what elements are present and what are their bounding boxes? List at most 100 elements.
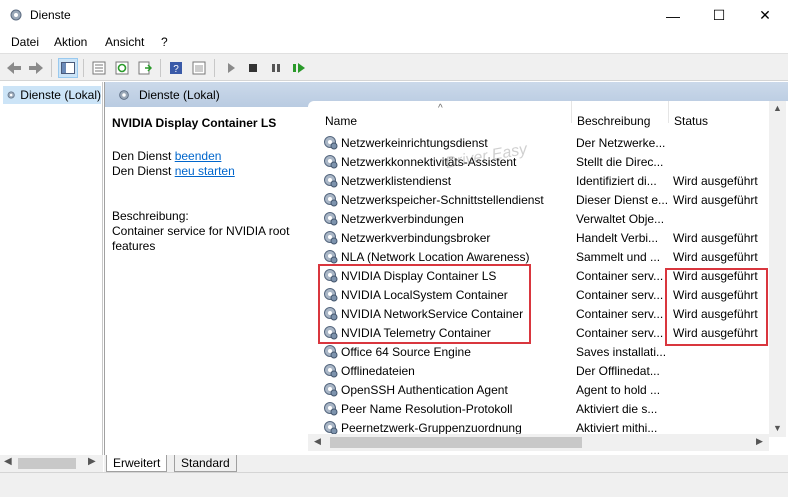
service-description: Der Offlinedat...: [576, 364, 660, 378]
sort-ascending-icon: ^: [438, 103, 443, 114]
tree-item-services-local[interactable]: Dienste (Lokal): [3, 86, 101, 104]
nvidia-status-highlight: [665, 268, 768, 346]
title-bar: Dienste — ☐ ✕: [0, 0, 788, 31]
back-icon[interactable]: [4, 58, 24, 78]
services-gear-icon: [7, 91, 15, 99]
service-status: Wird ausgeführt: [673, 174, 758, 188]
service-name: Netzwerkverbindungen: [341, 212, 464, 226]
properties-list-icon[interactable]: [89, 58, 109, 78]
service-gear-icon: [322, 210, 339, 227]
svg-text:?: ?: [173, 64, 179, 75]
show-hide-tree-icon[interactable]: [58, 58, 78, 78]
table-row[interactable]: Netzwerkverbindungsbroker Handelt Verbi..…: [308, 228, 768, 247]
service-name: Netzwerkspeicher-Schnittstellendienst: [341, 193, 544, 207]
table-row[interactable]: Offlinedateien Der Offlinedat...: [308, 361, 768, 380]
column-header-name[interactable]: Name: [320, 101, 570, 128]
service-gear-icon: [322, 191, 339, 208]
list-vertical-scrollbar[interactable]: ▲ ▼: [769, 101, 786, 437]
toolbar: ?: [0, 53, 788, 81]
services-gear-icon: [10, 9, 22, 21]
list-horizontal-scrollbar[interactable]: ◀ ▶: [308, 434, 769, 451]
tree-pane: Dienste (Lokal): [0, 82, 103, 455]
restart-service-icon[interactable]: [289, 58, 309, 78]
restart-service-link[interactable]: neu starten: [175, 164, 235, 178]
export-list-icon[interactable]: [135, 58, 155, 78]
tree-horizontal-scrollbar[interactable]: ◀ ▶: [0, 455, 103, 472]
table-row[interactable]: OpenSSH Authentication Agent Agent to hol…: [308, 380, 768, 399]
tab-erweitert[interactable]: Erweitert: [106, 455, 168, 472]
table-row[interactable]: Netzwerkverbindungen Verwaltet Obje...: [308, 209, 768, 228]
service-name: OpenSSH Authentication Agent: [341, 383, 508, 397]
description-text-line1: Container service for NVIDIA root: [112, 224, 290, 238]
scroll-up-icon[interactable]: ▲: [773, 103, 782, 113]
service-name: Office 64 Source Engine: [341, 345, 471, 359]
scroll-left-icon[interactable]: ◀: [314, 436, 321, 447]
service-description: Stellt die Direc...: [576, 155, 664, 169]
services-gear-icon: [119, 89, 129, 100]
table-row[interactable]: Peer Name Resolution-Protokoll Aktiviert …: [308, 399, 768, 418]
tree-item-label: Dienste (Lokal): [20, 88, 101, 102]
table-row[interactable]: Netzwerkspeicher-Schnittstellendienst Die…: [308, 190, 768, 209]
service-description: Container serv...: [576, 307, 664, 321]
service-name: Netzwerkverbindungsbroker: [341, 231, 491, 245]
service-description: Handelt Verbi...: [576, 231, 659, 245]
table-row[interactable]: Netzwerkkonnektivitäts-Assistent Stellt d…: [308, 152, 768, 171]
stop-service-link[interactable]: beenden: [175, 149, 222, 163]
column-header-description[interactable]: Beschreibung: [571, 101, 668, 128]
menu-bar: Datei Aktion Ansicht ?: [0, 31, 788, 53]
service-description: Agent to hold ...: [576, 383, 661, 397]
menu-aktion[interactable]: Aktion: [54, 35, 87, 49]
scroll-thumb[interactable]: [18, 458, 76, 469]
nvidia-services-highlight: [318, 264, 531, 344]
pause-service-icon[interactable]: [266, 58, 286, 78]
service-description: Identifiziert di...: [576, 174, 657, 188]
refresh-icon[interactable]: [112, 58, 132, 78]
start-service-icon[interactable]: [221, 58, 241, 78]
close-button[interactable]: ✕: [742, 0, 788, 31]
service-gear-icon: [322, 400, 339, 417]
service-gear-icon: [322, 229, 339, 246]
menu-help[interactable]: ?: [161, 35, 168, 49]
pane-header-label: Dienste (Lokal): [139, 87, 220, 102]
console-view-icon[interactable]: [189, 58, 209, 78]
service-gear-icon: [322, 248, 339, 265]
help-icon[interactable]: ?: [166, 58, 186, 78]
service-status: Wird ausgeführt: [673, 231, 758, 245]
minimize-button[interactable]: —: [650, 0, 696, 31]
service-name: Netzwerkeinrichtungsdienst: [341, 136, 488, 150]
service-title: NVIDIA Display Container LS: [112, 116, 277, 130]
service-status: Wird ausgeführt: [673, 250, 758, 264]
description-label: Beschreibung:: [112, 209, 189, 223]
column-header-status[interactable]: Status: [668, 101, 768, 128]
scroll-right-icon[interactable]: ▶: [756, 436, 763, 447]
service-gear-icon: [322, 172, 339, 189]
service-name: NLA (Network Location Awareness): [341, 250, 530, 264]
scroll-right-icon[interactable]: ▶: [88, 456, 96, 467]
service-gear-icon: [322, 134, 339, 151]
table-row[interactable]: Netzwerkeinrichtungsdienst Der Netzwerke.…: [308, 133, 768, 152]
status-bar: [0, 472, 788, 497]
forward-icon[interactable]: [26, 58, 46, 78]
maximize-button[interactable]: ☐: [696, 0, 742, 31]
service-description: Container serv...: [576, 288, 664, 302]
stop-service-icon[interactable]: [243, 58, 263, 78]
service-description: Verwaltet Obje...: [576, 212, 665, 226]
scroll-thumb[interactable]: [330, 437, 582, 448]
scroll-down-icon[interactable]: ▼: [773, 423, 782, 433]
menu-datei[interactable]: Datei: [11, 35, 39, 49]
service-description: Container serv...: [576, 269, 664, 283]
service-description: Container serv...: [576, 326, 664, 340]
scroll-left-icon[interactable]: ◀: [4, 456, 12, 467]
tab-standard[interactable]: Standard: [174, 455, 237, 472]
service-description: Aktiviert mithi...: [576, 421, 658, 435]
table-row[interactable]: Netzwerklistendienst Identifiziert di... W…: [308, 171, 768, 190]
service-name: Netzwerklistendienst: [341, 174, 452, 188]
restart-line: Den Dienst neu starten: [112, 164, 235, 178]
service-description: Saves installati...: [576, 345, 667, 359]
service-gear-icon: [322, 343, 339, 360]
service-name: Peernetzwerk-Gruppenzuordnung: [341, 421, 522, 435]
menu-ansicht[interactable]: Ansicht: [105, 35, 144, 49]
view-tabs: Erweitert Standard: [104, 455, 788, 472]
description-text-line2: features: [112, 239, 156, 253]
stop-line: Den Dienst beenden: [112, 149, 222, 163]
